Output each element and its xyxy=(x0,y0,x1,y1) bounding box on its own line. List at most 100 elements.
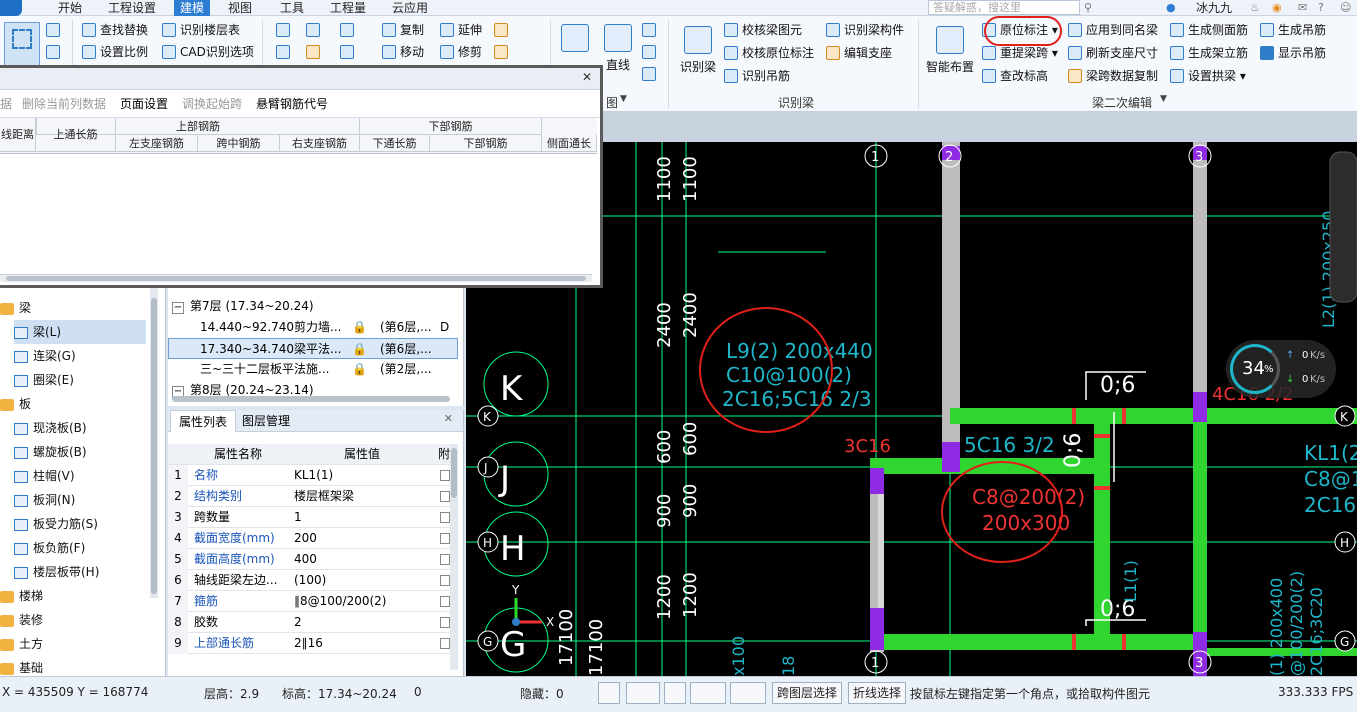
bell-icon[interactable]: ♨ xyxy=(1250,2,1262,14)
tool-page-setup[interactable]: 页面设置 xyxy=(120,90,168,118)
smart-layout-button[interactable]: 智能布置 xyxy=(924,26,976,75)
check-beam-elem-button[interactable]: 校核梁图元 xyxy=(724,20,802,40)
group-secondary-edit-dropdown-icon[interactable]: ▼ xyxy=(1160,94,1167,104)
props-scrollbar[interactable] xyxy=(450,444,458,670)
attach-checkbox[interactable] xyxy=(440,491,450,502)
lock-icon[interactable]: 🔒 xyxy=(352,339,367,360)
property-value[interactable]: 1 xyxy=(294,507,434,528)
close-icon[interactable]: ✕ xyxy=(580,70,594,84)
attach-checkbox[interactable] xyxy=(440,512,450,523)
tool-delete-column[interactable]: 删除当前列数据 xyxy=(22,90,106,118)
copy-button[interactable]: 复制 xyxy=(382,20,424,40)
identify-beam-button[interactable]: 识别梁 xyxy=(676,26,720,75)
rect-button[interactable] xyxy=(642,64,660,84)
lock-icon[interactable]: 🔒 xyxy=(352,359,367,380)
color-button[interactable] xyxy=(306,42,324,62)
view-cube-toolbar[interactable] xyxy=(1329,151,1357,303)
column[interactable] xyxy=(870,468,884,494)
check-elevation-button[interactable]: 查改标高 xyxy=(982,66,1048,86)
arc-button[interactable] xyxy=(642,20,660,40)
lock-icon[interactable]: 🔒 xyxy=(352,317,367,338)
move-button[interactable]: 移动 xyxy=(382,42,424,62)
app-logo-icon[interactable] xyxy=(0,0,22,16)
search-icon[interactable]: ⚲ xyxy=(1084,2,1096,14)
line-button[interactable]: 直线 xyxy=(600,24,636,73)
nav-scrollbar-thumb[interactable] xyxy=(151,298,157,594)
column[interactable] xyxy=(870,608,884,650)
property-value[interactable]: KL1(1) xyxy=(294,465,434,486)
drawing-row-selected[interactable]: 17.340~34.740梁平法... 🔒 (第6层,... xyxy=(168,338,458,359)
set-scale-button[interactable]: 设置比例 xyxy=(82,42,148,62)
set-arch-button[interactable]: 设置拱梁 ▾ xyxy=(1170,66,1246,86)
menu-modeling[interactable]: 建模 xyxy=(174,0,211,16)
find-replace-button[interactable]: 查找替换 xyxy=(82,20,148,40)
list-hscroll-thumb[interactable] xyxy=(172,396,450,402)
gen-side-rebar-button[interactable]: 生成侧面筋 xyxy=(1170,20,1248,40)
property-row[interactable]: 1 名称 KL1(1) xyxy=(168,465,458,486)
nav-item-beam[interactable]: 梁(L) xyxy=(14,320,146,344)
beam-green-3[interactable] xyxy=(1193,424,1207,650)
username[interactable]: 冰九九 xyxy=(1196,0,1232,16)
attach-checkbox[interactable] xyxy=(440,533,450,544)
cloud-button[interactable] xyxy=(276,42,294,62)
view-button[interactable] xyxy=(306,20,324,40)
nav-folder-beam[interactable]: 梁 xyxy=(0,296,31,320)
menu-cloud[interactable]: 云应用 xyxy=(386,0,434,16)
cad-options-button[interactable]: CAD识别选项 xyxy=(162,42,254,62)
property-row[interactable]: 6 轴线距梁左边... (100) xyxy=(168,570,458,591)
property-row[interactable]: 9 上部通长筋 2∥16 xyxy=(168,633,458,654)
close-icon[interactable]: ✕ xyxy=(444,410,453,428)
property-row[interactable]: 2 结构类别 楼层框架梁 xyxy=(168,486,458,507)
user-avatar-icon[interactable]: ● xyxy=(1166,2,1178,14)
reextract-span-button[interactable]: 重提梁跨 ▾ xyxy=(982,43,1058,63)
list-button[interactable] xyxy=(46,42,64,62)
group-draw-dropdown-icon[interactable]: ▼ xyxy=(620,94,627,104)
property-row[interactable]: 7 箍筋 ∥8@100/200(2) xyxy=(168,591,458,612)
identify-hanger-button[interactable]: 识别吊筋 xyxy=(724,66,790,86)
edit-support-button[interactable]: 编辑支座 xyxy=(826,43,892,63)
angle-icon[interactable] xyxy=(690,682,726,704)
nav-folder-earthwork[interactable]: 土方 xyxy=(0,632,43,656)
attach-checkbox[interactable] xyxy=(440,575,450,586)
column[interactable] xyxy=(1193,392,1207,422)
coin-icon[interactable]: ◉ xyxy=(1272,2,1284,14)
tool-data[interactable]: 据 xyxy=(0,90,12,118)
nav-item-spiral-slab[interactable]: 螺旋板(B) xyxy=(14,440,87,464)
refresh-support-button[interactable]: 刷新支座尺寸 xyxy=(1068,43,1158,63)
property-value[interactable]: 2 xyxy=(294,612,434,633)
menu-project-settings[interactable]: 工程设置 xyxy=(102,0,162,16)
apply-same-name-button[interactable]: 应用到同名梁 xyxy=(1068,20,1158,40)
nav-item-slab-neg-rebar[interactable]: 板负筋(F) xyxy=(14,536,85,560)
cross-layer-select-button[interactable]: 跨图层选择 xyxy=(772,682,843,704)
property-value[interactable]: 400 xyxy=(294,549,434,570)
attach-checkbox[interactable] xyxy=(440,470,450,481)
floor-group-7[interactable]: − 第7层 (17.34~20.24) xyxy=(168,296,458,317)
props-scrollbar-thumb[interactable] xyxy=(451,448,457,498)
ortho-icon[interactable] xyxy=(598,682,620,704)
identify-beam-member-button[interactable]: 识别梁构件 xyxy=(826,20,904,40)
user-icon[interactable]: ☺ xyxy=(1340,2,1352,14)
nav-folder-slab[interactable]: 板 xyxy=(0,392,31,416)
beam-green-g[interactable] xyxy=(870,634,1206,650)
beam-green-k[interactable] xyxy=(950,408,1357,424)
nav-folder-decoration[interactable]: 装修 xyxy=(0,608,43,632)
snap-icon[interactable] xyxy=(730,682,766,704)
property-row[interactable]: 4 截面宽度(mm) 200 xyxy=(168,528,458,549)
property-row[interactable]: 8 胶数 2 xyxy=(168,612,458,633)
search-input[interactable]: 答疑解惑，搜这里 xyxy=(928,0,1080,15)
polyline-select-button[interactable]: 折线选择 xyxy=(848,682,907,704)
drawing-row[interactable]: 14.440~92.740剪力墙... 🔒 (第6层,... D xyxy=(168,317,458,338)
identify-floor-table-button[interactable]: 识别楼层表 xyxy=(162,20,240,40)
trim-button[interactable]: 修剪 xyxy=(440,42,482,62)
nav-item-cast-slab[interactable]: 现浇板(B) xyxy=(14,416,87,440)
column[interactable] xyxy=(942,442,960,472)
attach-checkbox[interactable] xyxy=(440,638,450,649)
dim-button[interactable] xyxy=(340,20,358,40)
layer-button[interactable] xyxy=(276,20,294,40)
span-data-copy-button[interactable]: 梁跨数据复制 xyxy=(1068,66,1158,86)
horizontal-scrollbar[interactable] xyxy=(0,274,592,282)
tool-cantilever-code[interactable]: 悬臂钢筋代号 xyxy=(256,90,328,118)
check-in-situ-button[interactable]: 校核原位标注 xyxy=(724,43,814,63)
property-value[interactable]: 2∥16 xyxy=(294,633,434,654)
property-row[interactable]: 3 跨数量 1 xyxy=(168,507,458,528)
